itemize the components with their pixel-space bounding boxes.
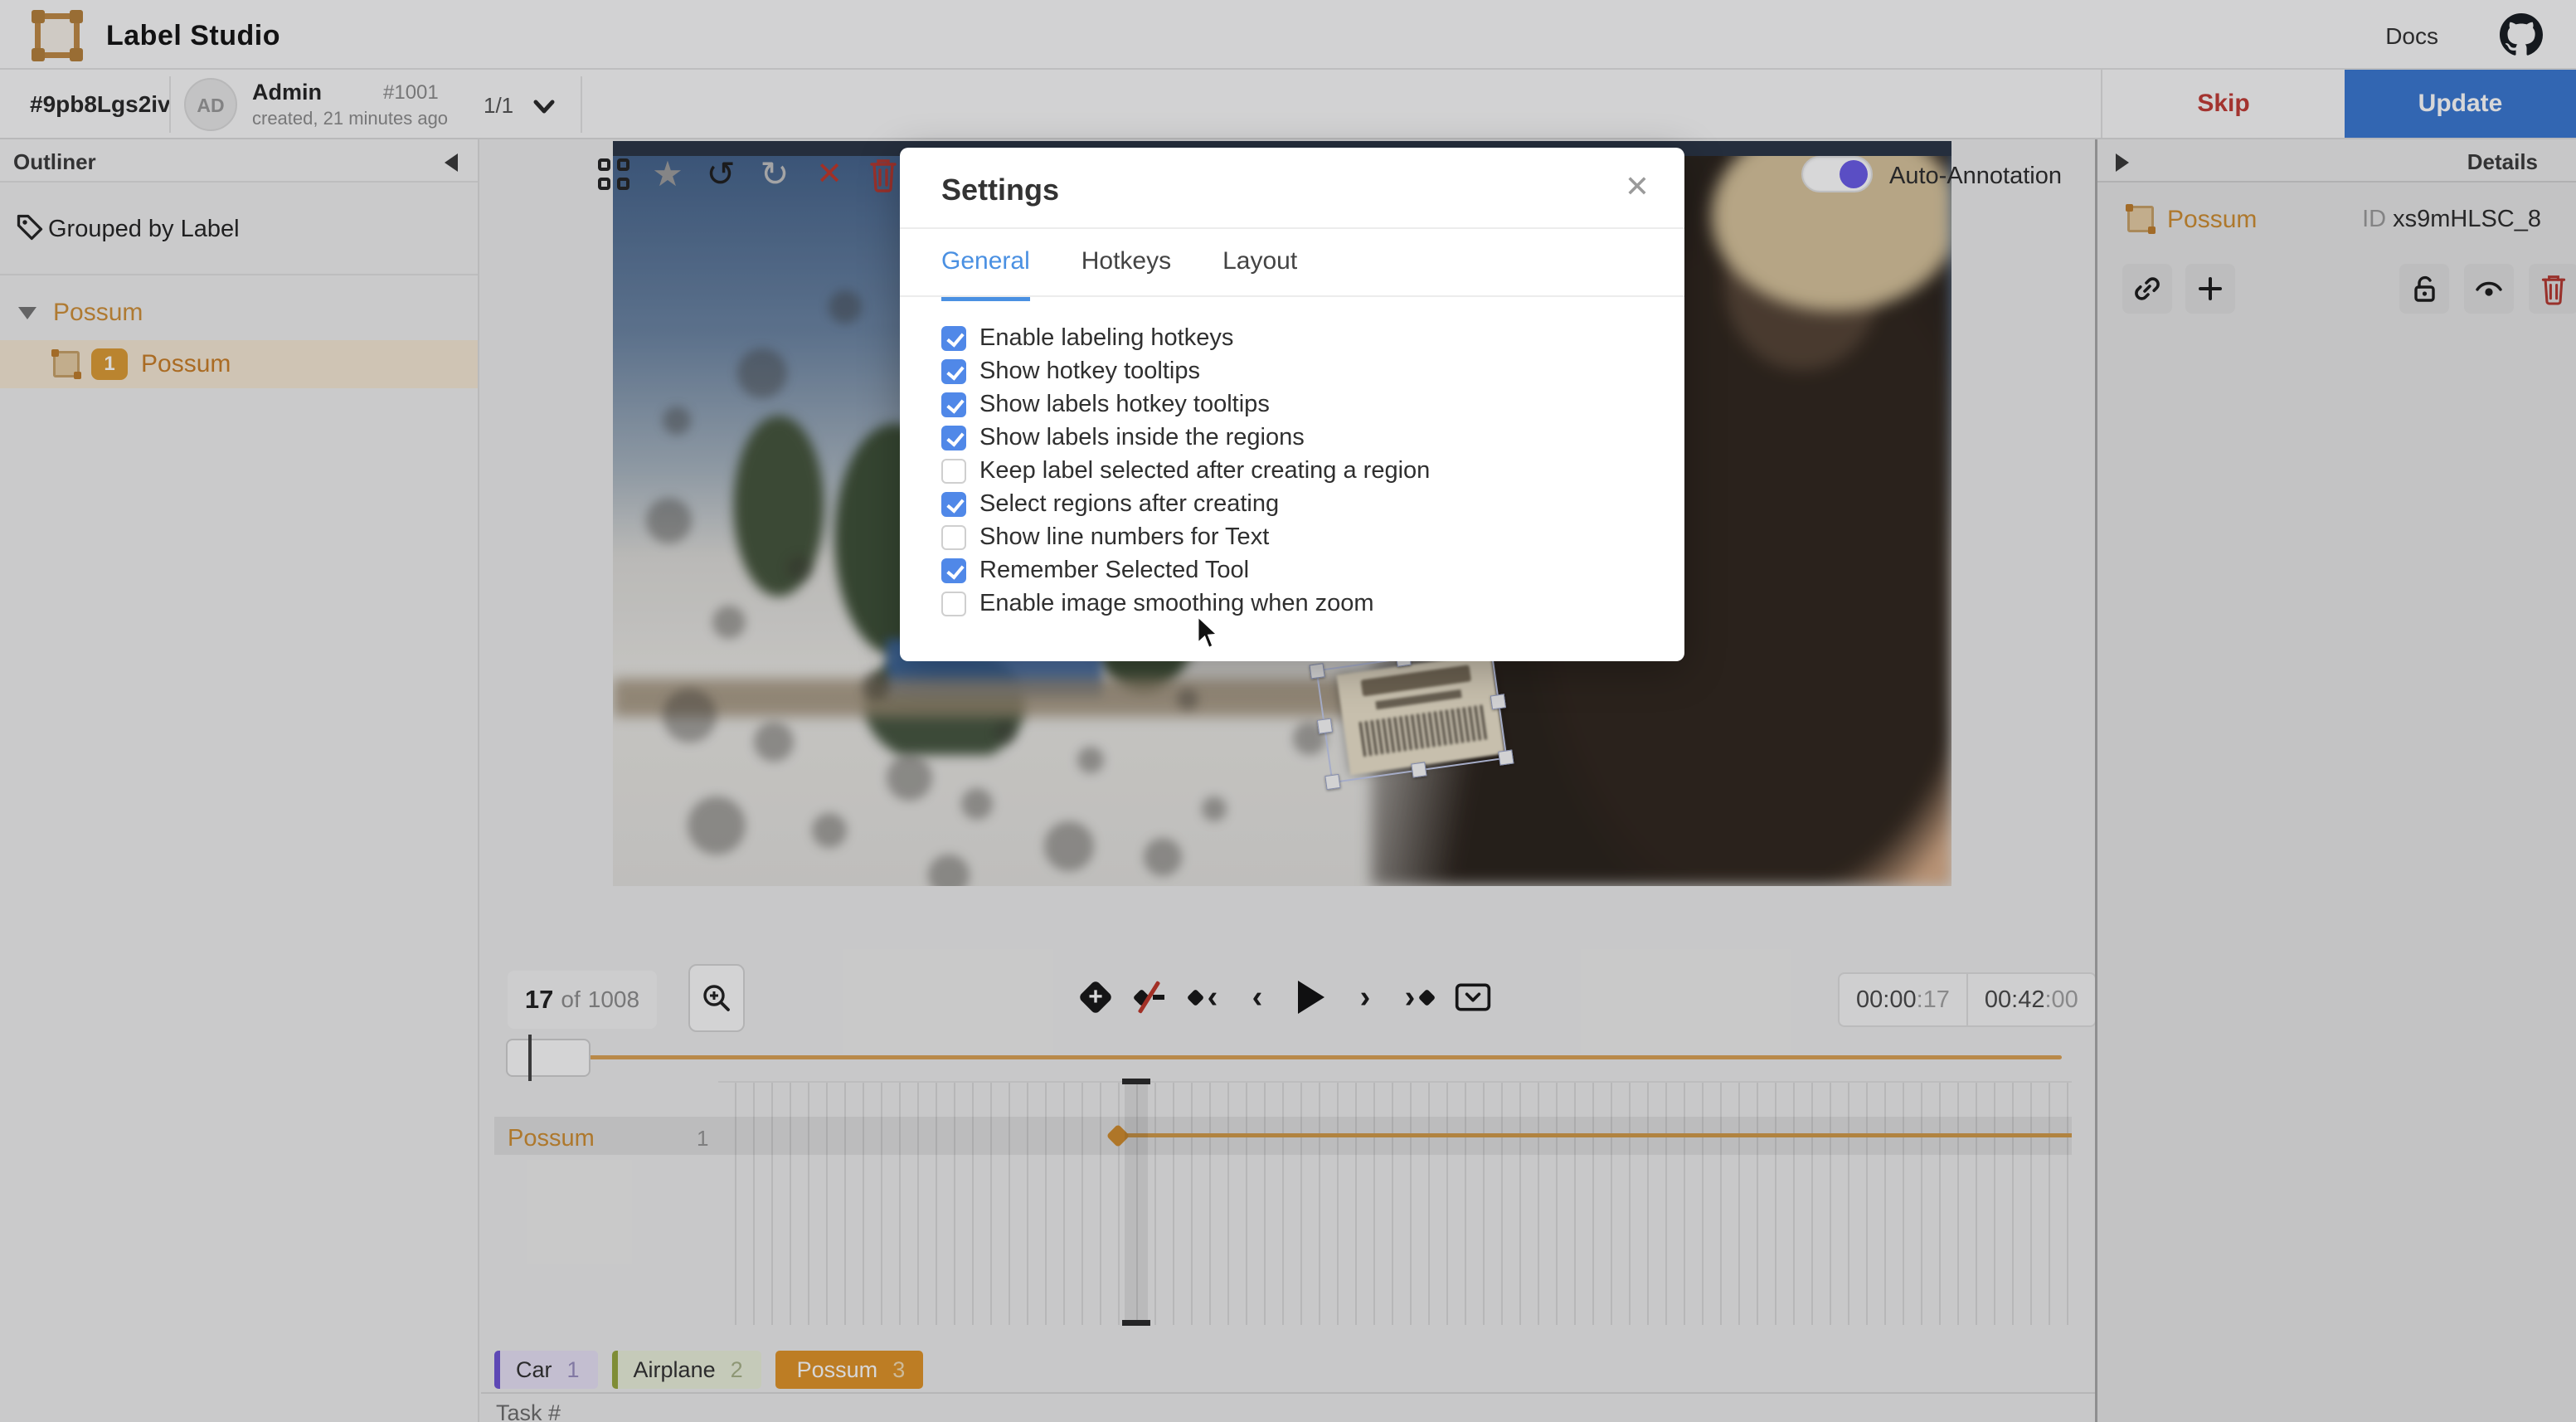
checkbox-icon[interactable] <box>941 492 966 517</box>
setting-row[interactable]: Show hotkey tooltips <box>941 355 1430 387</box>
setting-label: Select regions after creating <box>979 490 1279 518</box>
checkbox-icon[interactable] <box>941 426 966 450</box>
settings-modal: Settings ✕ General Hotkeys Layout Enable l… <box>900 148 1684 661</box>
setting-row[interactable]: Keep label selected after creating a reg… <box>941 455 1430 487</box>
setting-label: Enable image smoothing when zoom <box>979 590 1374 617</box>
checkbox-icon[interactable] <box>941 326 966 351</box>
tab-layout[interactable]: Layout <box>1222 247 1297 301</box>
setting-row[interactable]: Select regions after creating <box>941 488 1430 520</box>
setting-label: Keep label selected after creating a reg… <box>979 457 1430 485</box>
checkbox-icon[interactable] <box>941 558 966 583</box>
setting-label: Enable labeling hotkeys <box>979 324 1233 352</box>
setting-row[interactable]: Enable image smoothing when zoom <box>941 587 1430 620</box>
checkbox-icon[interactable] <box>941 525 966 550</box>
setting-row[interactable]: Show labels hotkey tooltips <box>941 388 1430 421</box>
tab-hotkeys[interactable]: Hotkeys <box>1081 247 1171 301</box>
setting-row[interactable]: Show labels inside the regions <box>941 421 1430 454</box>
setting-label: Remember Selected Tool <box>979 557 1249 584</box>
settings-tabs: General Hotkeys Layout <box>941 247 1297 301</box>
checkbox-icon[interactable] <box>941 459 966 484</box>
setting-row[interactable]: Enable labeling hotkeys <box>941 322 1430 354</box>
close-icon[interactable]: ✕ <box>1625 169 1650 204</box>
setting-row[interactable]: Show line numbers for Text <box>941 521 1430 553</box>
setting-label: Show line numbers for Text <box>979 524 1269 551</box>
setting-label: Show labels hotkey tooltips <box>979 391 1270 418</box>
settings-checkbox-list: Enable labeling hotkeys Show hotkey toolt… <box>941 322 1430 621</box>
setting-label: Show hotkey tooltips <box>979 358 1200 385</box>
tab-general[interactable]: General <box>941 247 1030 301</box>
checkbox-icon[interactable] <box>941 592 966 616</box>
label-studio-app: Label Studio Docs #9pb8Lgs2iv AD Admin #… <box>0 0 2576 1422</box>
checkbox-icon[interactable] <box>941 392 966 417</box>
setting-label: Show labels inside the regions <box>979 424 1305 451</box>
modal-title: Settings <box>941 173 1059 207</box>
setting-row[interactable]: Remember Selected Tool <box>941 554 1430 587</box>
mouse-cursor <box>1193 614 1222 650</box>
checkbox-icon[interactable] <box>941 359 966 384</box>
